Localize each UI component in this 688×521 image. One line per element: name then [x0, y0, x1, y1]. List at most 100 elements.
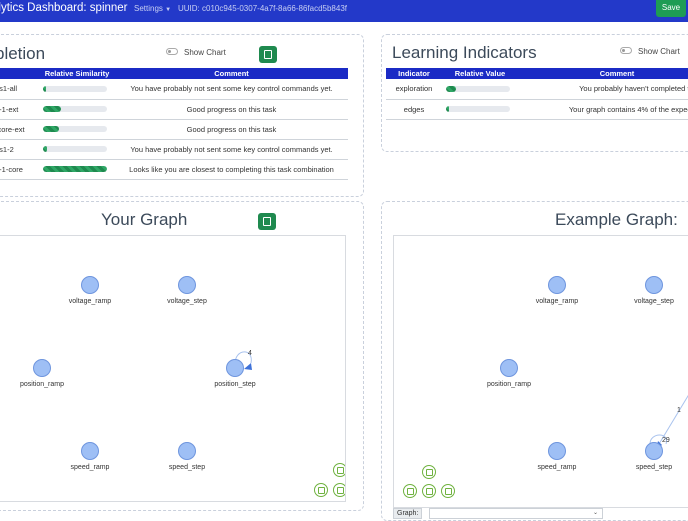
table-header-row: Indicator Relative Value Comment	[386, 68, 688, 79]
column-header-comment: Comment	[518, 68, 688, 79]
edge-label: 1	[677, 407, 681, 414]
graph-select[interactable]: ⌄	[429, 508, 603, 519]
your-graph-canvas[interactable]: 4 voltage_ramp voltage_step position_ram…	[0, 235, 346, 502]
progress-bar-fill	[43, 146, 47, 152]
row-progress	[39, 159, 115, 180]
node-label: speed_step	[168, 464, 206, 471]
show-chart-label: Show Chart	[184, 48, 226, 57]
progress-bar	[43, 106, 107, 112]
node-label: speed_ramp	[70, 464, 110, 471]
zoom-out-icon[interactable]	[314, 483, 328, 497]
node-label: voltage_step	[167, 298, 207, 305]
node-label: position_step	[214, 381, 256, 388]
graph-node[interactable]	[81, 276, 99, 294]
dashboard-title: alytics Dashboard: spinner	[0, 2, 128, 14]
row-progress	[39, 99, 115, 120]
row-comment: Your graph contains 4% of the expected n…	[518, 99, 688, 120]
row-progress	[442, 79, 518, 100]
left-arrow-icon[interactable]	[403, 484, 417, 498]
graph-select-label: Graph:	[393, 508, 423, 519]
row-progress	[39, 139, 115, 160]
zoom-in-icon[interactable]	[333, 483, 345, 497]
your-graph-title: Your Graph	[101, 210, 188, 229]
row-comment: You probably haven't completed the mai	[518, 79, 688, 100]
learning-indicators-title: Learning Indicators	[392, 43, 537, 62]
progress-bar-fill	[446, 85, 457, 92]
progress-bar	[43, 146, 107, 152]
right-arrow-icon[interactable]	[441, 484, 455, 498]
completion-table: Relative Similarity Comment es1-all You h…	[0, 68, 348, 180]
graph-node[interactable]	[178, 276, 196, 294]
row-progress	[39, 79, 115, 100]
progress-bar-fill	[43, 126, 59, 132]
top-navbar: alytics Dashboard: spinner Settings ▼ UU…	[0, 0, 688, 22]
graph-node[interactable]	[33, 359, 51, 377]
show-chart-toggle-learning[interactable]	[620, 47, 632, 54]
row-name: es1-2	[0, 139, 39, 160]
progress-bar-fill	[43, 166, 107, 172]
progress-bar-fill	[446, 106, 449, 112]
example-graph-canvas[interactable]: 1 29 p voltage_ramp voltage_step positio…	[393, 235, 688, 508]
chevron-down-icon: ⌄	[592, 510, 598, 516]
node-label: speed_step	[635, 464, 673, 471]
node-label: position_ramp	[487, 381, 531, 388]
down-arrow-icon[interactable]	[422, 484, 436, 498]
column-header-similarity: Relative Similarity	[39, 68, 115, 79]
node-label: voltage_ramp	[535, 298, 579, 305]
settings-dropdown[interactable]: Settings ▼	[134, 4, 171, 13]
progress-bar	[43, 166, 107, 172]
column-header-relative-value: Relative Value	[442, 68, 518, 79]
node-label: voltage_ramp	[68, 298, 112, 305]
column-header-name	[0, 68, 39, 79]
progress-bar	[446, 85, 510, 92]
table-header-row: Relative Similarity Comment	[0, 68, 348, 79]
row-name: 1-1-core	[0, 159, 39, 180]
self-loop-label: 4	[248, 350, 252, 357]
example-graph-panel: Example Graph: 1 29 p voltage_ramp volta…	[381, 201, 688, 521]
settings-label: Settings	[134, 4, 163, 13]
table-row: exploration You probably haven't complete…	[386, 79, 688, 100]
graph-node[interactable]	[645, 442, 663, 460]
node-label: speed_ramp	[537, 464, 577, 471]
self-loop-arrow	[244, 363, 252, 370]
graph-node[interactable]	[645, 276, 663, 294]
column-header-indicator: Indicator	[386, 68, 442, 79]
row-name: exploration	[386, 79, 442, 100]
table-row: -core-ext Good progress on this task	[0, 119, 348, 140]
graph-node[interactable]	[226, 359, 244, 377]
column-header-comment: Comment	[115, 68, 348, 79]
progress-bar-fill	[43, 85, 46, 92]
row-progress	[442, 99, 518, 120]
table-row: es1-all You have probably not sent some k…	[0, 79, 348, 100]
show-chart-toggle[interactable]	[166, 48, 178, 55]
completion-panel: pletion Show Chart Relative Similarity C…	[0, 34, 364, 197]
table-row: edges Your graph contains 4% of the expec…	[386, 99, 688, 120]
row-name: es1-all	[0, 79, 39, 100]
show-chart-label-learning: Show Chart	[638, 47, 680, 56]
up-arrow-icon[interactable]	[422, 465, 436, 479]
row-comment: Good progress on this task	[115, 119, 348, 140]
learning-table: Indicator Relative Value Comment explora…	[386, 68, 688, 120]
self-loop-label: 29	[662, 437, 670, 444]
learning-indicators-panel: Learning Indicators Show Chart Indicator…	[381, 34, 688, 152]
graph-node[interactable]	[500, 359, 518, 377]
row-name: 1-1-ext	[0, 99, 39, 120]
row-comment: You have probably not sent some key cont…	[115, 139, 348, 160]
fit-icon[interactable]	[333, 463, 345, 477]
graph-node[interactable]	[81, 442, 99, 460]
graph-node[interactable]	[548, 442, 566, 460]
example-graph-title: Example Graph:	[555, 210, 678, 229]
save-button[interactable]: Save	[656, 0, 686, 17]
row-comment: Looks like you are closest to completing…	[115, 159, 348, 180]
help-icon[interactable]	[258, 213, 276, 230]
help-icon[interactable]	[259, 46, 277, 63]
table-row: es1-2 You have probably not sent some key…	[0, 139, 348, 160]
progress-bar-fill	[43, 106, 61, 112]
progress-bar	[43, 126, 107, 132]
row-comment: You have probably not sent some key cont…	[115, 79, 348, 100]
graph-node[interactable]	[548, 276, 566, 294]
caret-down-icon: ▼	[165, 7, 172, 13]
row-comment: Good progress on this task	[115, 99, 348, 120]
graph-node[interactable]	[178, 442, 196, 460]
uuid-text: UUID: c010c945-0307-4a7f-8a66-86facd5b84…	[178, 4, 348, 13]
